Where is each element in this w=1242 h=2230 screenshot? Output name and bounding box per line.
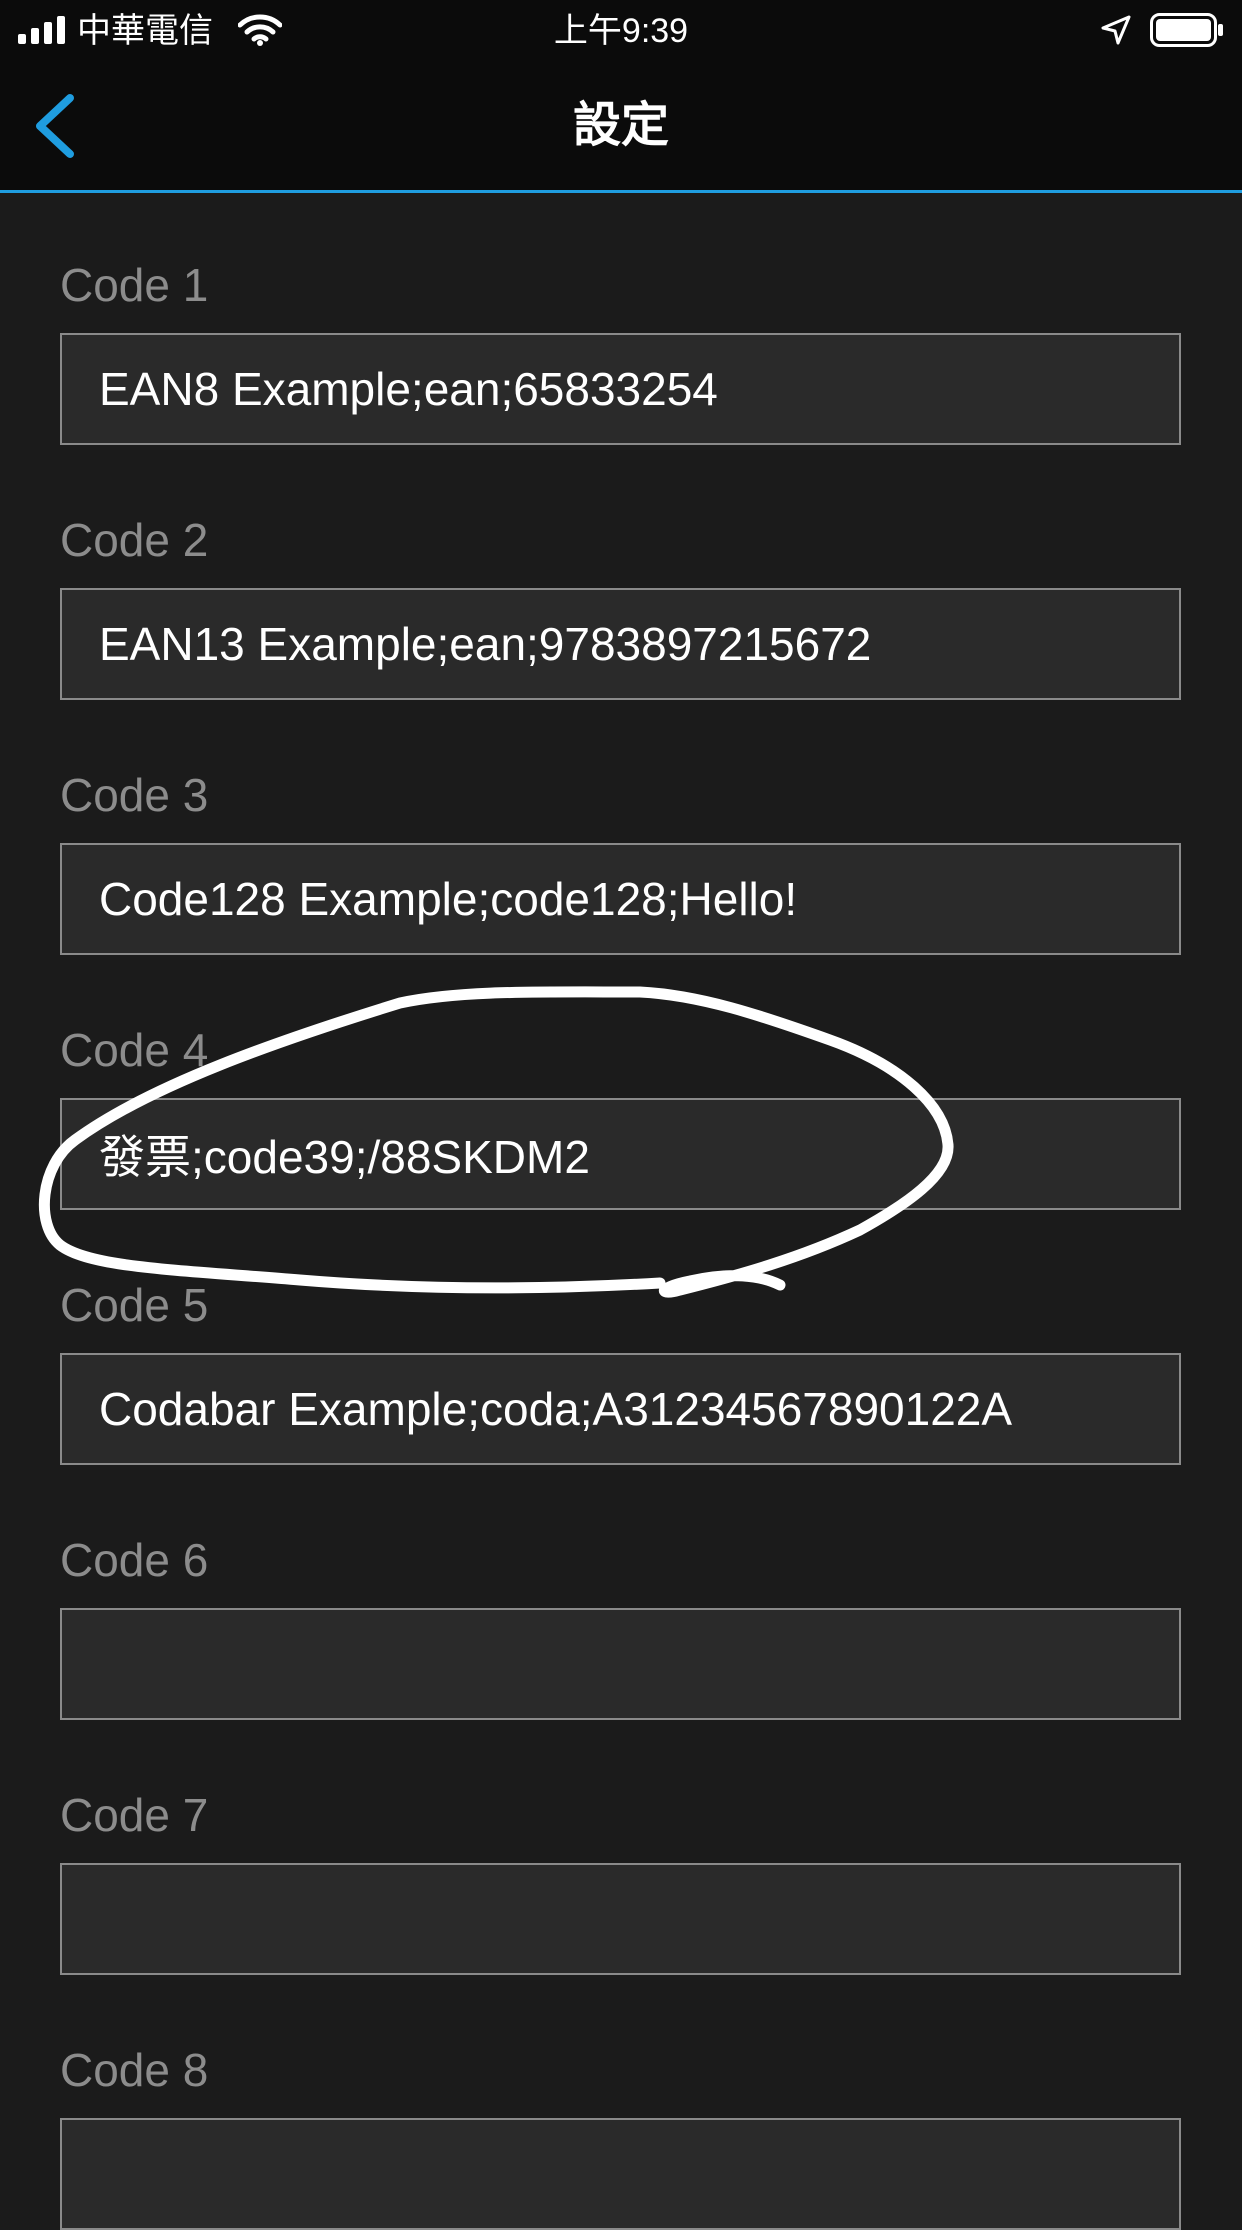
code-2-input[interactable] [60,588,1181,700]
code-5-label: Code 5 [60,1279,209,1331]
code-6-input[interactable] [60,1608,1181,1720]
code-7-input[interactable] [60,1863,1181,1975]
status-time: 上午9:39 [553,12,689,50]
code-3-input[interactable] [60,843,1181,955]
status-bar: 中華電信 上午9:39 [0,0,1242,62]
page-title: 設定 [572,99,669,152]
code-6-label: Code 6 [60,1534,209,1586]
code-8-label: Code 8 [60,2044,209,2096]
battery-icon [1150,13,1223,47]
code-4-label: Code 4 [60,1024,209,1076]
code-1-label: Code 1 [60,259,209,311]
navigation-bar: 設定 [0,62,1242,193]
location-arrow-icon [1101,15,1131,45]
code-3-label: Code 3 [60,769,209,821]
code-8-input[interactable] [60,2118,1181,2230]
code-7-label: Code 7 [60,1789,209,1841]
code-4-input[interactable] [60,1098,1181,1210]
code-5-input[interactable] [60,1353,1181,1465]
code-2-label: Code 2 [60,514,209,566]
code-1-input[interactable] [60,333,1181,445]
